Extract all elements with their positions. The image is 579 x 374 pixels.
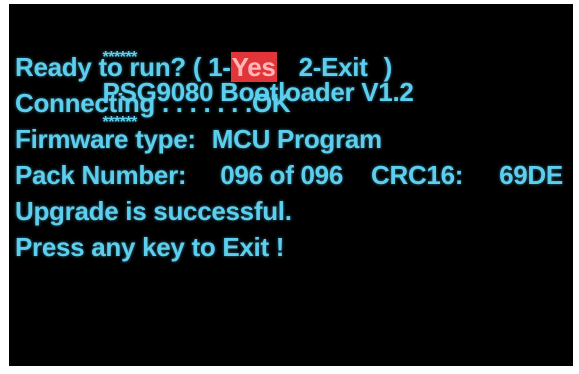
connecting-dots: . . . . . . <box>161 88 239 118</box>
pack-number-label: Pack Number: <box>15 160 187 190</box>
connecting-status: OK <box>251 88 291 118</box>
crc16-value: 69DE <box>499 160 563 190</box>
device-bezel: ****** PSG9080 Bootloader V1.2 ****** Re… <box>0 0 579 374</box>
run-prompt-close: ) <box>383 52 393 82</box>
connecting-label: Connecting <box>15 88 155 118</box>
run-prompt: Ready to run? ( 1-Yes 2-Exit) <box>15 52 392 82</box>
bootloader-screen: ****** PSG9080 Bootloader V1.2 ****** Re… <box>9 4 573 366</box>
exit-prompt: Press any key to Exit ! <box>15 232 285 262</box>
upgrade-result: Upgrade is successful. <box>15 196 292 226</box>
pack-number-line: Pack Number: 096 of 096 CRC16: 69DE <box>15 160 563 190</box>
option-exit[interactable]: 2-Exit <box>299 52 368 82</box>
firmware-type-value: MCU Program <box>211 124 382 154</box>
pack-number-value: 096 of 096 <box>220 160 343 190</box>
firmware-type-label: Firmware type: <box>15 124 196 154</box>
option-yes[interactable]: Yes <box>230 52 277 82</box>
firmware-type-line: Firmware type: MCU Program <box>15 124 382 154</box>
crc16-label: CRC16: <box>371 160 464 190</box>
connecting-line: Connecting . . . . . . .OK <box>15 88 291 118</box>
run-prompt-question: Ready to run? ( 1- <box>15 52 231 82</box>
